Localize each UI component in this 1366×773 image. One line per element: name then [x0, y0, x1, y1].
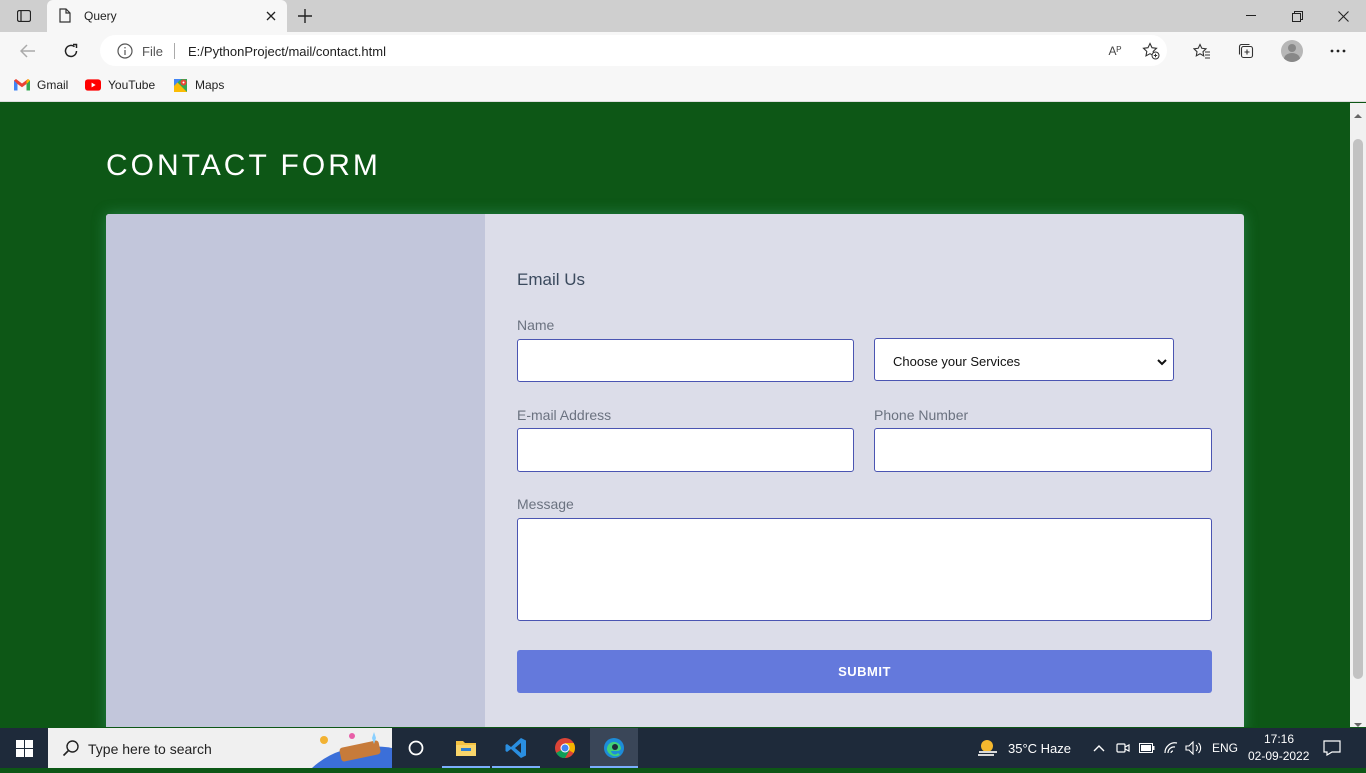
scroll-up-icon[interactable] — [1354, 106, 1362, 124]
message-field[interactable] — [517, 518, 1212, 621]
add-favorite-icon[interactable] — [1141, 41, 1161, 61]
clock-date[interactable]: 02-09-2022 — [1248, 749, 1309, 763]
refresh-icon[interactable] — [58, 39, 84, 63]
file-explorer-icon[interactable] — [442, 728, 490, 768]
page-title: CONTACT FORM — [106, 149, 381, 182]
more-options-icon[interactable] — [1327, 40, 1349, 62]
tab-query[interactable]: Query — [47, 0, 287, 32]
tab-title: Query — [84, 9, 117, 23]
start-button[interactable] — [0, 728, 48, 768]
bookmark-gmail[interactable]: Gmail — [14, 77, 68, 93]
back-icon[interactable] — [15, 39, 41, 63]
name-label: Name — [517, 317, 555, 333]
scroll-thumb[interactable] — [1353, 139, 1363, 679]
bookmark-label: Gmail — [37, 78, 69, 92]
address-separator — [174, 43, 175, 59]
info-icon[interactable] — [117, 43, 133, 64]
search-highlight-illustration — [312, 730, 392, 768]
chrome-icon[interactable] — [541, 728, 589, 768]
clock-time[interactable]: 17:16 — [1264, 732, 1294, 746]
page-scrollbar[interactable] — [1350, 103, 1366, 727]
tab-strip: Query — [0, 0, 1366, 32]
favorites-icon[interactable] — [1191, 40, 1213, 62]
services-select[interactable]: Choose your Services — [874, 338, 1174, 381]
youtube-icon — [85, 78, 101, 92]
form-heading: Email Us — [517, 270, 586, 289]
email-label: E-mail Address — [517, 407, 612, 423]
restore-icon[interactable] — [1274, 0, 1320, 32]
taskbar-search-placeholder: Type here to search — [88, 741, 212, 757]
windows-logo-icon — [15, 739, 33, 757]
page-content: CONTACT FORM Email Us Name Choose your S… — [0, 103, 1350, 727]
gmail-icon — [14, 78, 30, 92]
windows-taskbar: Type here to search 35°C Haze ENG 17:16 … — [0, 728, 1366, 768]
minimize-icon[interactable] — [1228, 0, 1274, 32]
vscode-icon[interactable] — [492, 728, 540, 768]
battery-icon[interactable] — [1138, 739, 1156, 757]
edge-icon[interactable] — [590, 728, 638, 768]
read-aloud-icon[interactable]: Aᴾ — [1105, 41, 1125, 61]
weather-haze-icon[interactable] — [976, 736, 1000, 760]
collections-icon[interactable] — [1235, 40, 1257, 62]
tab-actions-icon[interactable] — [10, 6, 38, 26]
bookmark-label: Maps — [195, 78, 225, 92]
contact-card: Email Us Name Choose your Services E-mai… — [106, 214, 1244, 727]
bookmark-maps[interactable]: Maps — [172, 77, 224, 93]
close-window-icon[interactable] — [1320, 0, 1366, 32]
search-icon — [62, 739, 80, 762]
maps-icon — [172, 78, 188, 92]
submit-button[interactable]: SUBMIT — [517, 650, 1212, 693]
task-view-icon[interactable] — [392, 728, 440, 768]
contact-card-left-panel — [106, 214, 485, 727]
meet-now-icon[interactable] — [1114, 739, 1132, 757]
chevron-up-icon[interactable] — [1090, 739, 1108, 757]
address-bar[interactable]: File E:/PythonProject/mail/contact.html … — [100, 35, 1167, 66]
close-tab-icon[interactable] — [263, 7, 279, 25]
services-select-value: Choose your Services — [893, 354, 1021, 369]
profile-avatar-icon[interactable] — [1281, 40, 1303, 62]
wifi-icon[interactable] — [1162, 739, 1180, 757]
taskbar-search-box[interactable]: Type here to search — [48, 728, 392, 768]
notifications-icon[interactable] — [1323, 739, 1341, 757]
phone-field[interactable] — [874, 428, 1212, 472]
chevron-down-icon — [1157, 353, 1167, 371]
language-indicator[interactable]: ENG — [1212, 741, 1238, 755]
volume-icon[interactable] — [1185, 739, 1203, 757]
bookmark-youtube[interactable]: YouTube — [85, 77, 155, 93]
message-label: Message — [517, 496, 574, 512]
new-tab-icon[interactable] — [294, 6, 316, 26]
weather-text[interactable]: 35°C Haze — [1008, 741, 1071, 756]
address-url[interactable]: E:/PythonProject/mail/contact.html — [188, 44, 386, 59]
name-field[interactable] — [517, 339, 854, 382]
address-scheme: File — [142, 44, 163, 59]
browser-toolbar: File E:/PythonProject/mail/contact.html … — [0, 32, 1366, 70]
phone-label: Phone Number — [874, 407, 969, 423]
email-field[interactable] — [517, 428, 854, 472]
bookmark-label: YouTube — [108, 78, 156, 92]
bookmarks-bar: Gmail YouTube Maps — [0, 70, 1366, 102]
page-icon — [59, 8, 71, 28]
